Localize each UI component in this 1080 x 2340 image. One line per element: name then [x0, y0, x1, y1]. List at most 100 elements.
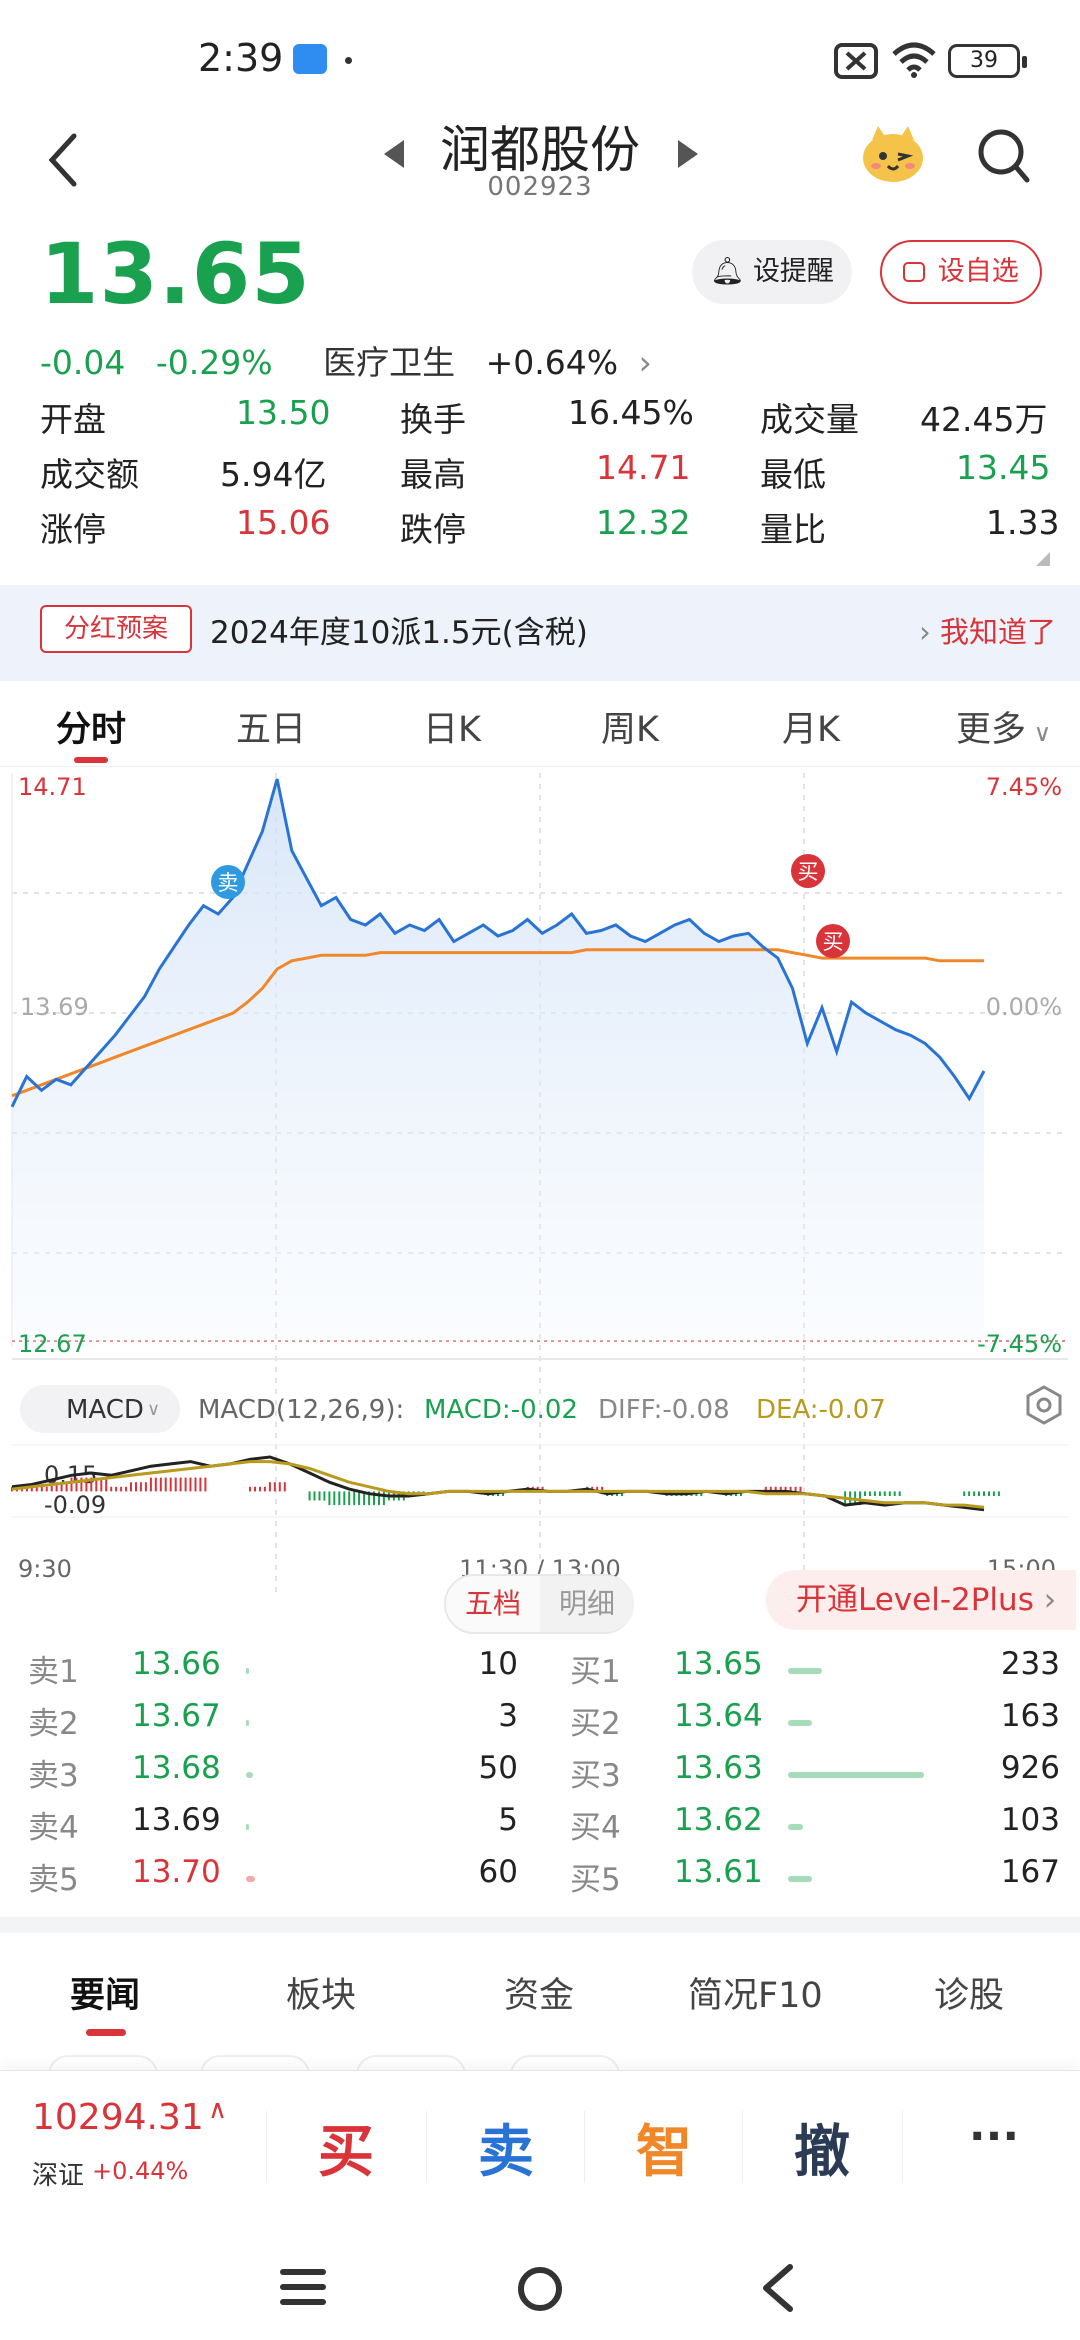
settings-icon[interactable]	[1026, 1385, 1062, 1425]
set-alert-button[interactable]: 🔔︎ 设提醒	[692, 240, 852, 304]
tab-more[interactable]: 更多 ∨	[956, 701, 1051, 752]
level-label: 买1	[570, 1654, 621, 1690]
indicator-select-label: MACD	[66, 1395, 144, 1425]
battery-icon: 39	[948, 44, 1027, 78]
mascot-icon[interactable]	[858, 120, 928, 186]
current-price: 13.65	[40, 225, 311, 323]
level-volume: 233	[1000, 1646, 1060, 1682]
level-label: 买5	[570, 1862, 621, 1898]
level-label: 卖1	[28, 1654, 79, 1690]
tab-news[interactable]: 要闻	[70, 1967, 140, 2018]
divider	[426, 2111, 427, 2183]
stat-value: 13.50	[236, 393, 331, 432]
buy-button[interactable]: 买	[286, 2107, 406, 2188]
bid-level-row[interactable]: 买5 13.61 167	[570, 1854, 1060, 1906]
ask-level-row[interactable]: 卖2 13.67 3	[28, 1698, 518, 1750]
tab-funds[interactable]: 资金	[504, 1967, 574, 2018]
stat-value: 5.94亿	[220, 455, 327, 494]
macd-y-min: -0.09	[44, 1491, 106, 1519]
cancel-order-button[interactable]: 撤	[762, 2107, 882, 2188]
ask-level-row[interactable]: 卖5 13.70 60	[28, 1854, 518, 1906]
dismiss-dividend-button[interactable]: › 我知道了	[919, 609, 1056, 651]
sell-marker-label: 卖	[218, 871, 239, 895]
tab-more-label: 更多	[956, 710, 1027, 750]
level-volume: 3	[498, 1698, 518, 1734]
divider	[266, 2111, 267, 2183]
bid-level-row[interactable]: 买1 13.65 233	[570, 1646, 1060, 1698]
divider	[902, 2111, 903, 2183]
status-bar: 2:39 39	[0, 0, 1080, 110]
tab-intraday[interactable]: 分时	[56, 701, 126, 752]
level-volume: 50	[478, 1750, 518, 1786]
stats-row: 涨停 15.06 跌停 12.32 量比 1.33	[40, 503, 1059, 558]
bid-level-row[interactable]: 买3 13.63 926	[570, 1750, 1060, 1802]
back-nav-icon[interactable]	[758, 2263, 798, 2313]
bid-level-row[interactable]: 买4 13.62 103	[570, 1802, 1060, 1854]
change-line: -0.04 -0.29% 医疗卫生 +0.64% ›	[40, 336, 672, 384]
index-ticker[interactable]: 10294.31 ∧ 深证 +0.44%	[0, 2071, 230, 2216]
level-price: 13.68	[132, 1750, 221, 1786]
sector-change[interactable]: +0.64%	[486, 343, 618, 382]
stat-value: 14.71	[596, 448, 691, 487]
search-icon[interactable]	[975, 126, 1031, 186]
ask-level-row[interactable]: 卖1 13.66 10	[28, 1646, 518, 1698]
stat-label: 开盘	[40, 400, 106, 439]
volume-bar	[788, 1824, 803, 1830]
wifi-icon	[892, 42, 936, 78]
menu-icon[interactable]	[280, 2267, 326, 2307]
add-favorite-button[interactable]: 设自选	[880, 240, 1042, 304]
level-label: 买3	[570, 1758, 621, 1794]
chevron-right-icon[interactable]: ›	[639, 343, 652, 382]
level2-upgrade-button[interactable]: 开通Level-2Plus ›	[766, 1570, 1076, 1630]
chevron-down-icon: ∨	[1026, 719, 1052, 747]
chevron-right-icon: ›	[1033, 1582, 1057, 1618]
expand-corner-icon[interactable]	[1036, 552, 1050, 566]
ask-level-row[interactable]: 卖4 13.69 5	[28, 1802, 518, 1854]
stats-grid: 开盘 13.50 换手 16.45% 成交量 42.45万 成交额 5.94亿 …	[40, 393, 1059, 558]
level-price: 13.66	[132, 1646, 221, 1682]
ask-level-row[interactable]: 卖3 13.68 50	[28, 1750, 518, 1802]
active-tab-indicator	[86, 2029, 126, 2036]
level-volume: 167	[1000, 1854, 1060, 1890]
level-label: 卖5	[28, 1862, 79, 1898]
sell-marker[interactable]: 卖	[211, 865, 245, 899]
y-zero-pct-label: 0.00%	[986, 993, 1062, 1021]
stat-label: 涨停	[40, 510, 106, 549]
tab-sector[interactable]: 板块	[286, 1967, 356, 2018]
tab-daily-k[interactable]: 日K	[423, 701, 481, 752]
sector-name[interactable]: 医疗卫生	[323, 343, 455, 382]
buy-marker[interactable]: 买	[791, 854, 825, 888]
level-label: 卖3	[28, 1758, 79, 1794]
volume-bar	[246, 1668, 249, 1674]
dividend-tag: 分红预案	[40, 605, 192, 653]
tab-diagnosis[interactable]: 诊股	[934, 1967, 1004, 2018]
level-price: 13.65	[674, 1646, 763, 1682]
app-notification-icon	[293, 44, 327, 74]
bid-level-row[interactable]: 买2 13.64 163	[570, 1698, 1060, 1750]
volume-bar	[246, 1824, 249, 1830]
tab-trade-detail[interactable]: 明细	[540, 1576, 634, 1632]
divider	[584, 2111, 585, 2183]
dividend-banner[interactable]: 分红预案 2024年度10派1.5元(含税) › 我知道了	[0, 585, 1080, 681]
tab-f10[interactable]: 简况F10	[688, 1967, 823, 2018]
stat-label: 跌停	[400, 510, 466, 549]
level2-label: 开通Level-2Plus	[796, 1582, 1034, 1618]
bell-icon: 🔔︎	[710, 256, 745, 287]
next-stock-icon[interactable]	[678, 140, 698, 168]
y-prev-close-label: 13.69	[20, 993, 89, 1021]
tab-five-day[interactable]: 五日	[236, 701, 306, 752]
stat-label: 最低	[760, 455, 826, 494]
tab-weekly-k[interactable]: 周K	[601, 701, 659, 752]
macd-params: MACD(12,26,9):	[198, 1395, 404, 1425]
tab-five-levels[interactable]: 五档	[446, 1576, 540, 1632]
home-icon[interactable]	[516, 2265, 564, 2313]
smart-trade-button[interactable]: 智	[604, 2107, 724, 2188]
buy-marker-label: 买	[798, 860, 819, 884]
more-button[interactable]: ···	[934, 2111, 1054, 2162]
level-label: 买2	[570, 1706, 621, 1742]
volume-bar	[788, 1720, 812, 1726]
intraday-chart[interactable]: 14.71 13.69 12.67 7.45% 0.00% -7.45% 卖 买…	[0, 767, 1080, 1597]
sell-button[interactable]: 卖	[446, 2107, 566, 2188]
tab-monthly-k[interactable]: 月K	[782, 701, 840, 752]
buy-marker[interactable]: 买	[816, 924, 850, 958]
